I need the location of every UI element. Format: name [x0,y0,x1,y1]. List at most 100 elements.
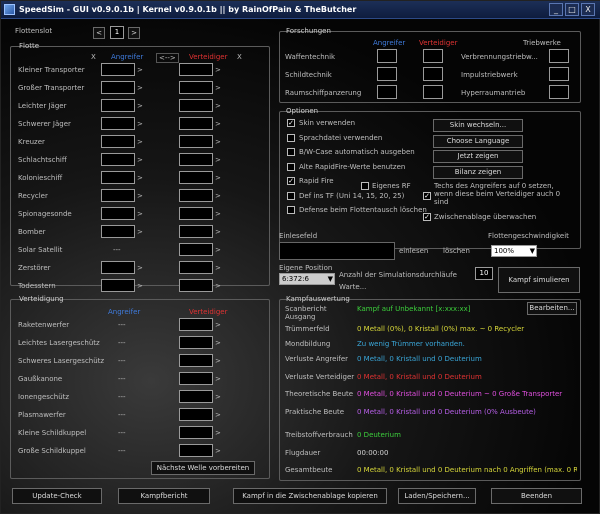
defense-defender-input[interactable] [179,354,213,367]
option-button[interactable]: Skin wechseln... [433,119,523,132]
ship-attacker-input[interactable] [101,81,135,94]
option-checkbox[interactable] [287,162,295,171]
ship-defender-input[interactable] [179,99,213,112]
research-defender-input[interactable] [423,49,443,63]
fleet-clear-attacker-button[interactable]: X [91,53,96,61]
ship-attacker-input[interactable] [101,225,135,238]
ship-defender-input[interactable] [179,171,213,184]
delete-button[interactable]: löschen [443,247,470,255]
footer-button[interactable]: Kampfbericht [118,488,210,504]
defense-defender-input[interactable] [179,336,213,349]
research-defender-input[interactable] [423,85,443,99]
ship-attacker-input[interactable] [101,261,135,274]
defense-defender-input[interactable] [179,372,213,385]
ship-defender-input[interactable] [179,261,213,274]
option-checkbox[interactable] [287,133,295,142]
battle-row-value: 0 Metall (0%), 0 Kristall (0%) max. ~ 0 … [357,325,525,333]
arrow-right-icon: > [215,246,221,254]
research-defender-input[interactable] [423,67,443,81]
research-attacker-input[interactable] [377,49,397,63]
simulate-button[interactable]: Kampf simulieren [498,267,580,293]
ship-defender-input[interactable] [179,207,213,220]
position-input[interactable]: 6:372:6 ▼ [279,273,335,285]
engine-input[interactable] [549,49,569,63]
ship-defender-input[interactable] [179,117,213,130]
ship-attacker-input[interactable] [101,99,135,112]
arrow-right-icon: > [215,120,221,128]
ship-attacker-input[interactable] [101,207,135,220]
ship-defender-input[interactable] [179,63,213,76]
defense-attacker-value: --- [118,429,126,437]
ship-attacker-input[interactable] [101,171,135,184]
ship-label: Bomber [18,228,46,236]
option-checkbox[interactable]: ✓ [287,119,295,127]
slot-next-button[interactable]: > [128,27,140,39]
research-attacker-input[interactable] [377,67,397,81]
sim-count-input[interactable]: 10 [475,267,493,280]
techs-checkbox[interactable]: ✓ [423,192,431,200]
battle-row-label: Trümmerfeld [285,325,330,333]
clipboard-checkbox[interactable]: ✓ [423,213,431,221]
slot-value[interactable]: 1 [110,26,124,39]
arrow-right-icon: > [215,357,221,365]
option-button[interactable]: Jetzt zeigen [433,150,523,163]
engine-input[interactable] [549,85,569,99]
battle-row-label: Flugdauer [285,449,321,457]
position-value: 6:372:6 [282,275,309,283]
ship-attacker-input[interactable] [101,117,135,130]
ship-defender-input[interactable] [179,153,213,166]
arrow-right-icon: > [215,210,221,218]
slot-prev-button[interactable]: < [93,27,105,39]
option-checkbox[interactable] [287,206,295,214]
option-button[interactable]: Bilanz zeigen [433,165,523,179]
defense-label: Große Schildkuppel [18,447,86,455]
option-checkbox[interactable] [287,191,295,200]
defense-defender-input[interactable] [179,318,213,331]
arrow-right-icon: > [215,228,221,236]
defense-defender-input[interactable] [179,390,213,403]
input-field[interactable] [279,242,395,260]
battle-row-value: 0 Metall, 0 Kristall und 0 Deuterium [357,355,482,363]
research-label: Raumschiffpanzerung [285,89,362,97]
next-wave-button[interactable]: Nächste Welle vorbereiten [151,461,255,475]
battle-row-label: Gesamtbeute [285,466,333,474]
read-in-button[interactable]: einlesen [399,247,428,255]
minimize-button[interactable]: _ [549,3,563,16]
option-checkbox[interactable] [287,148,295,156]
ship-attacker-input[interactable] [101,135,135,148]
fleet-swap-button[interactable]: <--> [156,53,179,63]
arrow-right-icon: > [215,447,221,455]
ship-attacker-input[interactable] [101,279,135,292]
research-attacker-input[interactable] [377,85,397,99]
ship-defender-input[interactable] [179,189,213,202]
option-label: Sprachdatei verwenden [299,133,383,142]
ship-attacker-input[interactable] [101,153,135,166]
ship-label: Großer Transporter [18,84,85,92]
ship-attacker-input[interactable] [101,189,135,202]
fleet-clear-defender-button[interactable]: X [237,53,242,61]
defense-defender-input[interactable] [179,444,213,457]
ship-defender-input[interactable] [179,225,213,238]
close-button[interactable]: X [581,3,595,16]
footer-button[interactable]: Laden/Speichern... [398,488,476,504]
footer-button[interactable]: Kampf in die Zwischenablage kopieren [233,488,387,504]
defense-defender-input[interactable] [179,426,213,439]
ship-defender-input[interactable] [179,243,213,256]
fleet-speed-select[interactable]: 100% ▼ [491,245,537,257]
footer-button[interactable]: Beenden [491,488,582,504]
option-button[interactable]: Choose Language [433,134,523,148]
arrow-right-icon: > [137,102,143,110]
arrow-right-icon: > [137,120,143,128]
ship-defender-input[interactable] [179,135,213,148]
ship-defender-input[interactable] [179,279,213,292]
defense-defender-input[interactable] [179,408,213,421]
research-label: Waffentechnik [285,53,336,61]
ship-defender-input[interactable] [179,81,213,94]
engine-input[interactable] [549,67,569,81]
eigenes-rf-checkbox[interactable] [361,182,369,190]
engines-header: Triebwerke [523,39,561,47]
footer-button[interactable]: Update-Check [12,488,102,504]
ship-attacker-input[interactable] [101,63,135,76]
option-checkbox[interactable]: ✓ [287,177,295,185]
maximize-button[interactable]: □ [565,3,579,16]
